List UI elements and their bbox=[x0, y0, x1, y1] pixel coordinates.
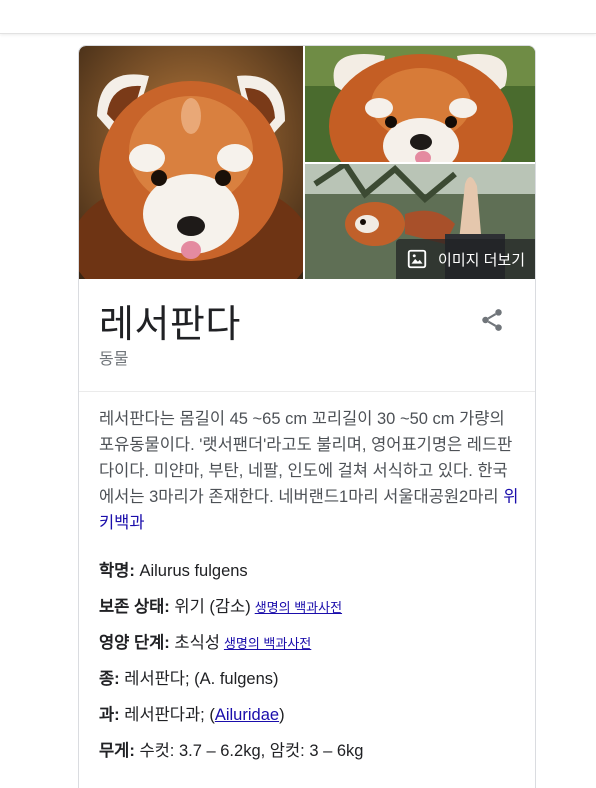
fact-label: 무게: bbox=[99, 742, 135, 760]
fact-family: 과: 레서판다과; (Ailuridae) bbox=[99, 702, 519, 738]
fact-value: 레서판다과; ( bbox=[119, 706, 215, 724]
fact-value: Ailurus fulgens bbox=[134, 562, 248, 580]
fact-trophic-level: 영양 단계: 초식성 생명의 백과사전 bbox=[99, 630, 519, 666]
description-text: 레서판다는 몸길이 45 ~65 cm 꼬리길이 30 ~50 cm 가량의 포… bbox=[99, 410, 513, 506]
red-panda-image-tongue[interactable] bbox=[305, 46, 535, 162]
fact-species: 종: 레서판다; (A. fulgens) bbox=[99, 666, 519, 702]
fact-label: 학명: bbox=[99, 562, 135, 580]
red-panda-image-hand[interactable]: 이미지 더보기 bbox=[305, 164, 535, 279]
fact-value: 초식성 bbox=[169, 634, 220, 652]
top-bar bbox=[0, 0, 596, 34]
fact-value: 레서판다; (A. fulgens) bbox=[119, 670, 279, 688]
entity-description: 레서판다는 몸길이 45 ~65 cm 꼬리길이 30 ~50 cm 가량의 포… bbox=[99, 406, 519, 536]
fact-source-link[interactable]: 생명의 백과사전 bbox=[255, 600, 342, 615]
fact-value: 위기 (감소) bbox=[169, 598, 251, 616]
fact-label: 보존 상태: bbox=[99, 598, 170, 616]
red-panda-image-main[interactable] bbox=[79, 46, 303, 279]
fact-label: 영양 단계: bbox=[99, 634, 170, 652]
facts-list: 학명: Ailurus fulgens 보존 상태: 위기 (감소) 생명의 백과… bbox=[99, 558, 519, 774]
more-images-label: 이미지 더보기 bbox=[438, 251, 525, 269]
share-icon[interactable] bbox=[479, 307, 505, 333]
fact-scientific-name: 학명: Ailurus fulgens bbox=[99, 558, 519, 594]
entity-subtitle: 동물 bbox=[99, 351, 129, 368]
image-icon bbox=[406, 248, 428, 270]
fact-value: 수컷: 3.7 – 6.2kg, 암컷: 3 – 6kg bbox=[134, 742, 364, 760]
fact-source-link[interactable]: 생명의 백과사전 bbox=[224, 636, 311, 651]
fact-weight: 무게: 수컷: 3.7 – 6.2kg, 암컷: 3 – 6kg bbox=[99, 738, 519, 774]
entity-title: 레서판다 bbox=[99, 304, 241, 346]
image-collage: 이미지 더보기 bbox=[79, 46, 535, 279]
family-link[interactable]: Ailuridae bbox=[215, 706, 279, 724]
entity-header: 레서판다 동물 bbox=[79, 279, 535, 392]
fact-label: 종: bbox=[99, 670, 120, 688]
fact-value-suffix: ) bbox=[279, 706, 285, 724]
more-images-button[interactable]: 이미지 더보기 bbox=[396, 239, 535, 279]
knowledge-panel: 이미지 더보기 레서판다 동물 레서판다는 몸길이 45 ~65 cm 꼬리길이… bbox=[78, 45, 536, 788]
fact-conservation-status: 보존 상태: 위기 (감소) 생명의 백과사전 bbox=[99, 594, 519, 630]
fact-label: 과: bbox=[99, 706, 120, 724]
